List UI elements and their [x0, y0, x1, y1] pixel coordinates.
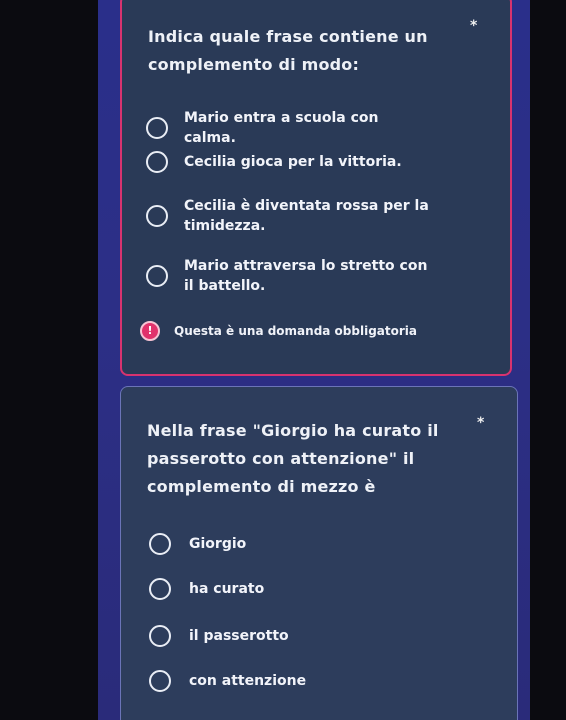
option-radio[interactable]: il passerotto: [149, 625, 289, 647]
question-title: Nella frase "Giorgio ha curato il passer…: [147, 421, 439, 496]
option-radio[interactable]: Mario entra a scuola con calma.: [146, 108, 434, 148]
required-asterisk: *: [470, 18, 478, 34]
error-message: Questa è una domanda obbligatoria: [174, 324, 418, 338]
option-radio[interactable]: Cecilia gioca per la vittoria.: [146, 151, 434, 173]
option-label: Mario entra a scuola con calma.: [184, 110, 379, 146]
radio-button[interactable]: [146, 205, 168, 227]
required-asterisk: *: [477, 415, 485, 431]
option-label: ha curato: [189, 581, 265, 597]
question-title: Indica quale frase contiene un complemen…: [148, 27, 428, 74]
required-error: ! Questa è una domanda obbligatoria: [140, 321, 417, 341]
option-label: Mario attraversa lo stretto con il batte…: [184, 258, 428, 294]
radio-button[interactable]: [149, 578, 171, 600]
option-radio[interactable]: con attenzione: [149, 670, 306, 692]
option-label: Cecilia gioca per la vittoria.: [184, 154, 402, 170]
radio-button[interactable]: [149, 625, 171, 647]
option-label: Giorgio: [189, 536, 247, 552]
option-radio[interactable]: Mario attraversa lo stretto con il batte…: [146, 256, 434, 296]
question-card-2: Nella frase "Giorgio ha curato il passer…: [120, 386, 518, 720]
option-label: Cecilia è diventata rossa per la timidez…: [184, 198, 429, 234]
option-radio[interactable]: ha curato: [149, 578, 264, 600]
option-label: il passerotto: [189, 628, 289, 644]
form-screen: Indica quale frase contiene un complemen…: [98, 0, 530, 720]
question-card-1: Indica quale frase contiene un complemen…: [120, 0, 512, 376]
alert-icon: !: [140, 321, 160, 341]
radio-button[interactable]: [146, 265, 168, 287]
radio-button[interactable]: [149, 533, 171, 555]
option-label: con attenzione: [189, 673, 307, 689]
option-radio[interactable]: Giorgio: [149, 533, 246, 555]
option-radio[interactable]: Cecilia è diventata rossa per la timidez…: [146, 196, 434, 236]
radio-button[interactable]: [149, 670, 171, 692]
radio-button[interactable]: [146, 151, 168, 173]
radio-button[interactable]: [146, 117, 168, 139]
